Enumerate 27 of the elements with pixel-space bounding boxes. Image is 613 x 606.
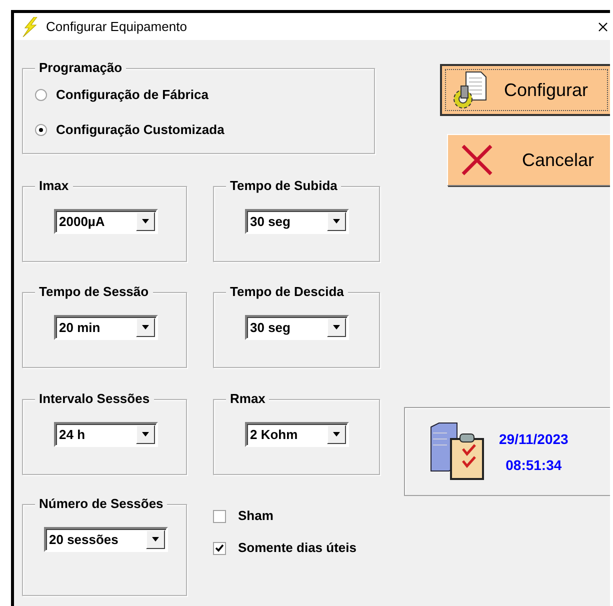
clock-time: 08:51:34 bbox=[504, 456, 563, 474]
radio-label: Configuração Customizada bbox=[56, 121, 224, 140]
checkbox[interactable] bbox=[213, 510, 226, 522]
dropdown[interactable]: 2 Kohm bbox=[245, 422, 349, 447]
clock-date: 29/11/2023 bbox=[499, 430, 568, 448]
group-label: Programação bbox=[35, 60, 126, 76]
dropdown[interactable]: 30 seg bbox=[245, 315, 349, 340]
checkbox-label: Sham bbox=[238, 507, 274, 526]
close-icon[interactable] bbox=[598, 22, 608, 32]
radio-button[interactable] bbox=[35, 89, 47, 101]
dropdown[interactable]: 20 sessões bbox=[44, 527, 168, 552]
lightning-icon bbox=[22, 16, 38, 36]
group-label: Tempo de Sessão bbox=[35, 284, 153, 300]
group-label: Tempo de Subida bbox=[226, 178, 342, 194]
window-title: Configurar Equipamento bbox=[46, 18, 187, 36]
cancel-button[interactable]: Cancelar bbox=[447, 134, 610, 186]
dropdown[interactable]: 2000µA bbox=[54, 209, 158, 234]
dropdown[interactable]: 30 seg bbox=[245, 209, 349, 234]
dropdown[interactable]: 20 min bbox=[54, 315, 158, 340]
group-label: Tempo de Descida bbox=[226, 284, 348, 300]
checkbox-label: Somente dias úteis bbox=[238, 539, 356, 558]
checkbox[interactable] bbox=[213, 542, 226, 554]
radio-label: Configuração de Fábrica bbox=[56, 86, 208, 104]
dropdown[interactable]: 24 h bbox=[54, 422, 158, 447]
close-x-icon bbox=[460, 144, 494, 176]
configure-button[interactable]: Configurar bbox=[440, 64, 610, 116]
radio-button[interactable] bbox=[35, 124, 47, 136]
